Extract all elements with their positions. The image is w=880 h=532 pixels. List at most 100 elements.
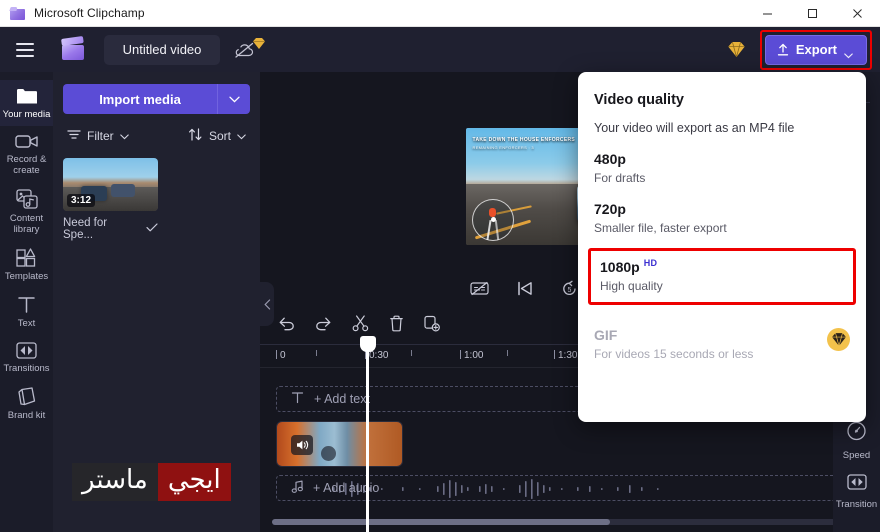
sidebar-item-record-create[interactable]: Record & create [0, 126, 53, 182]
sidebar-item-text[interactable]: Text [0, 288, 53, 335]
previous-frame-icon[interactable] [517, 281, 533, 296]
right-item-label: Speed [842, 450, 871, 461]
redo-icon[interactable] [315, 316, 332, 336]
app-toolbar: Untitled video Export [0, 27, 880, 72]
sidebar-item-your-media[interactable]: Your media [0, 80, 53, 126]
quality-desc: Smaller file, faster export [594, 221, 727, 235]
sidebar-label: Content library [9, 213, 44, 235]
toolbar-right-group: Export [722, 29, 880, 70]
export-button-label: Export [795, 42, 837, 57]
upload-arrow-icon [777, 43, 789, 56]
quality-option-1080p-highlight[interactable]: 1080p HD High quality [588, 248, 856, 305]
sidebar-label: Transitions [3, 363, 50, 374]
quality-name: 480p [594, 151, 626, 167]
text-icon [17, 295, 36, 314]
export-button[interactable]: Export [764, 34, 867, 65]
dropdown-title: Video quality [594, 92, 684, 108]
sidebar-label: Record & create [6, 154, 47, 176]
folder-icon [16, 87, 38, 105]
rewind-5-icon[interactable]: 5 [561, 280, 578, 297]
import-media-chevron-down-icon[interactable] [217, 84, 250, 114]
sidebar-item-brand-kit[interactable]: Brand kit [0, 380, 53, 427]
watermark-red-text: ايجي [157, 463, 231, 501]
diamond-icon [253, 36, 265, 49]
quality-desc: For videos 15 seconds or less [594, 347, 754, 361]
watermark: ماستر ايجي [72, 461, 231, 503]
right-item-label: Transition [835, 499, 878, 510]
window-controls [745, 0, 880, 27]
ruler-label: 1:00 [464, 350, 484, 361]
project-name-field[interactable]: Untitled video [104, 34, 220, 65]
hamburger-menu-icon[interactable] [16, 38, 40, 62]
quality-option-1080p[interactable]: 1080p HD High quality [600, 258, 853, 293]
sort-button[interactable]: Sort [188, 128, 246, 144]
minimap-overlay [471, 199, 514, 241]
delete-icon[interactable] [389, 315, 404, 337]
timeline-playhead[interactable] [359, 336, 376, 532]
premium-badge[interactable] [827, 328, 850, 351]
add-audio-label: + Add audio [313, 481, 380, 495]
clipchamp-window: Microsoft Clipchamp Untitled video Expor… [0, 0, 880, 532]
timeline-scrollbar[interactable] [272, 519, 864, 525]
quality-name: 720p [594, 201, 626, 217]
sidebar-item-content-library[interactable]: Content library [0, 182, 53, 241]
chevron-down-icon [237, 129, 246, 143]
video-clip[interactable] [276, 421, 403, 467]
sidebar-item-templates[interactable]: Templates [0, 241, 53, 288]
ruler-label: 0 [280, 350, 286, 361]
media-item-name: Need for Spe... [63, 217, 108, 241]
premium-diamond-icon[interactable] [722, 35, 752, 65]
game-hud-overlay: TAKE DOWN THE HOUSE ENFORCERS REMAINING … [473, 136, 576, 152]
filter-button[interactable]: Filter [67, 129, 129, 143]
quality-desc: High quality [600, 279, 663, 293]
clapperboard-icon[interactable] [60, 35, 86, 61]
filter-icon [67, 129, 81, 143]
duplicate-icon[interactable] [424, 315, 440, 337]
scrollbar-thumb[interactable] [272, 519, 610, 525]
right-item-transition[interactable]: Transition [833, 467, 880, 516]
media-duration-badge: 3:12 [67, 194, 96, 207]
add-audio-track[interactable]: + Add audio [276, 475, 864, 501]
quality-option-480p[interactable]: 480p For drafts [594, 151, 850, 185]
window-title: Microsoft Clipchamp [34, 6, 145, 20]
content-library-icon [15, 189, 38, 209]
cloud-off-icon [234, 42, 255, 63]
minimize-icon[interactable] [745, 0, 790, 27]
sidebar-item-transitions[interactable]: Transitions [0, 335, 53, 380]
sidebar-label: Templates [4, 271, 49, 282]
import-media-button[interactable]: Import media [63, 84, 217, 114]
media-thumbnail[interactable]: 3:12 [63, 158, 158, 211]
maximize-icon[interactable] [790, 0, 835, 27]
quality-option-720p[interactable]: 720p Smaller file, faster export [594, 201, 850, 235]
filter-sort-row: Filter Sort [63, 128, 250, 144]
playhead-handle[interactable] [359, 336, 376, 352]
undo-icon[interactable] [278, 316, 295, 336]
cloud-status[interactable] [234, 36, 265, 63]
sidebar-label: Brand kit [7, 410, 46, 421]
thumbnail-art [111, 184, 135, 197]
import-media-row: Import media [63, 84, 250, 114]
speaker-icon[interactable] [291, 435, 313, 455]
templates-icon [16, 248, 37, 267]
text-icon [291, 391, 304, 407]
quality-badge-hd: HD [643, 258, 658, 268]
chevron-down-icon [844, 47, 853, 58]
export-quality-dropdown: Video quality Your video will export as … [578, 72, 866, 422]
filter-label: Filter [87, 129, 114, 143]
transition-icon [846, 474, 867, 495]
app-logo-icon [9, 6, 26, 20]
quality-option-gif[interactable]: GIF For videos 15 seconds or less [594, 327, 850, 361]
hud-line-1: TAKE DOWN THE HOUSE ENFORCERS [472, 137, 575, 143]
captions-off-icon[interactable] [470, 281, 489, 296]
quality-desc: For drafts [594, 171, 646, 185]
window-titlebar: Microsoft Clipchamp [0, 0, 880, 27]
media-item[interactable]: 3:12 Need for Spe... [63, 158, 158, 241]
transitions-icon [16, 342, 37, 359]
close-icon[interactable] [835, 0, 880, 27]
split-icon[interactable] [352, 315, 369, 337]
quality-name: 1080p [600, 259, 640, 275]
music-note-icon [291, 480, 304, 496]
clip-speed-badge [321, 446, 336, 461]
hud-line-2: REMAINING ENFORCERS : 3 [472, 145, 534, 150]
speedometer-icon [846, 421, 867, 446]
